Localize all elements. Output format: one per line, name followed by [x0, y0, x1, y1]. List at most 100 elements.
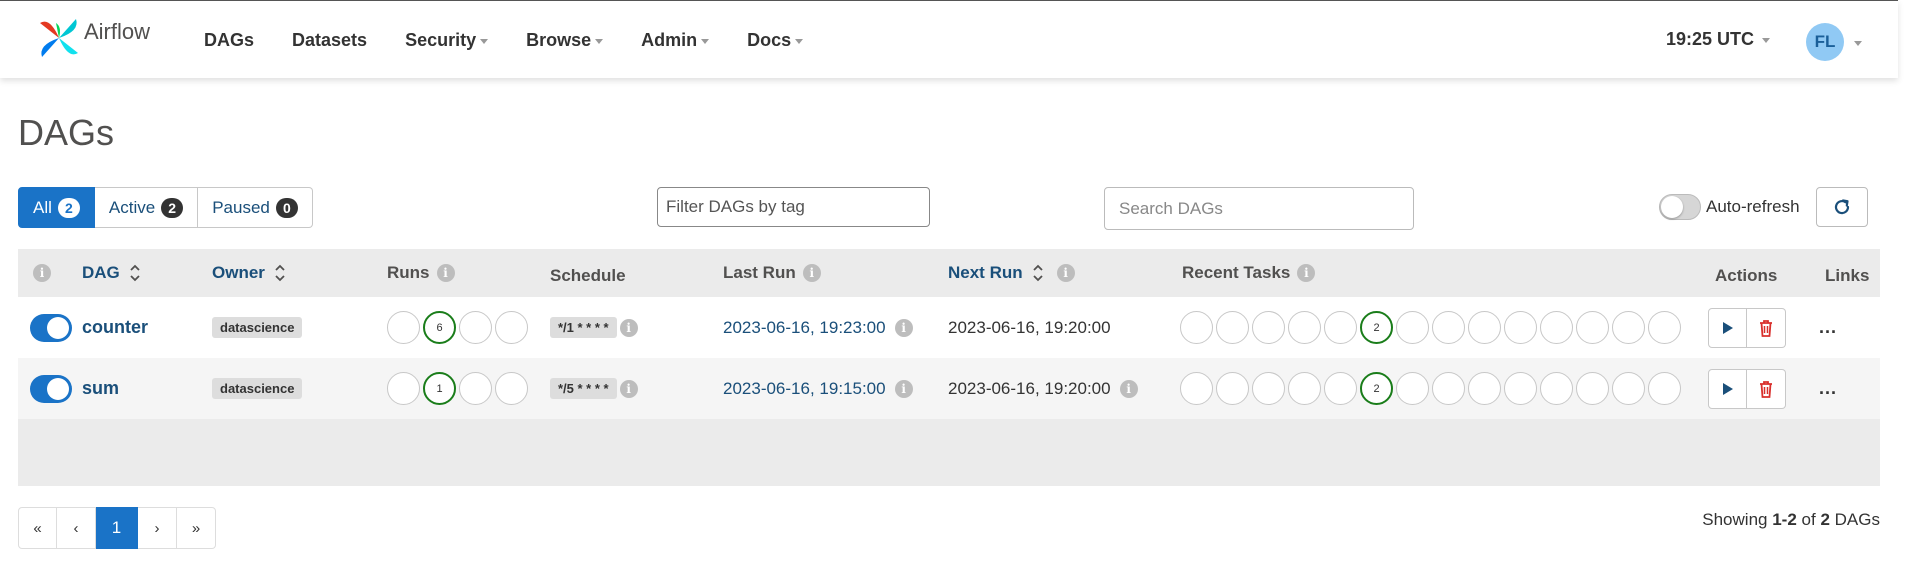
header-schedule: Schedule	[550, 249, 723, 297]
task-status-circle[interactable]	[1324, 311, 1357, 344]
timezone-dropdown[interactable]: 19:25 UTC	[1666, 29, 1771, 50]
tag-filter-select[interactable]: Filter DAGs by tag	[657, 187, 930, 227]
run-status-circle-success[interactable]: 1	[423, 372, 456, 405]
nav-dags[interactable]: DAGs	[204, 30, 254, 51]
task-status-circle[interactable]	[1180, 372, 1213, 405]
more-links-icon[interactable]: ...	[1801, 378, 1837, 398]
delete-dag-button[interactable]	[1747, 307, 1786, 348]
top-navbar: Airflow DAGs Datasets Security Browse Ad…	[0, 0, 1898, 78]
recent-tasks-circles: 2	[1173, 311, 1698, 344]
task-status-circle[interactable]	[1468, 311, 1501, 344]
recent-tasks-circles: 2	[1173, 372, 1698, 405]
task-status-circle[interactable]	[1216, 372, 1249, 405]
task-status-circle[interactable]	[1504, 311, 1537, 344]
task-status-circle[interactable]	[1540, 372, 1573, 405]
owner-tag[interactable]: datascience	[212, 378, 303, 399]
schedule-tag[interactable]: */1 * * * *	[550, 317, 617, 338]
run-status-circle-running[interactable]	[459, 372, 492, 405]
info-icon[interactable]: i	[619, 379, 638, 398]
pagination-current-page[interactable]: 1	[96, 507, 138, 549]
trigger-dag-button[interactable]	[1708, 307, 1747, 348]
task-status-circle[interactable]	[1396, 311, 1429, 344]
task-status-circle[interactable]	[1648, 372, 1681, 405]
nav-datasets[interactable]: Datasets	[292, 30, 367, 51]
header-dag[interactable]: DAG	[82, 249, 212, 297]
dags-table: i DAG Owner Runs i Schedule Last Run i Nex…	[18, 249, 1880, 419]
run-status-circle-running[interactable]	[459, 311, 492, 344]
task-status-circle[interactable]	[1432, 372, 1465, 405]
task-status-circle[interactable]	[1540, 311, 1573, 344]
header-next-run[interactable]: Next Run i	[948, 249, 1173, 297]
brand-logo[interactable]: Airflow	[36, 15, 150, 61]
dag-pause-toggle[interactable]	[30, 374, 72, 403]
dag-link[interactable]: sum	[82, 378, 119, 398]
filter-all-button[interactable]: All 2	[18, 187, 95, 228]
user-avatar[interactable]: FL	[1806, 23, 1844, 61]
pagination-first[interactable]: «	[18, 507, 57, 549]
schedule-tag[interactable]: */5 * * * *	[550, 378, 617, 399]
task-status-circle[interactable]	[1252, 372, 1285, 405]
filter-paused-button[interactable]: Paused 0	[198, 187, 313, 228]
nav-admin[interactable]: Admin	[641, 30, 710, 51]
info-icon[interactable]: i	[894, 318, 913, 337]
pagination-prev[interactable]: ‹	[57, 507, 96, 549]
chevron-down-icon	[595, 38, 604, 44]
task-status-circle[interactable]	[1216, 311, 1249, 344]
info-icon[interactable]: i	[894, 379, 913, 398]
task-status-circle[interactable]	[1576, 311, 1609, 344]
info-icon[interactable]: i	[33, 264, 51, 282]
header-recent-tasks: Recent Tasks i	[1173, 249, 1698, 297]
filter-active-button[interactable]: Active 2	[94, 187, 199, 228]
pagination-last[interactable]: »	[177, 507, 216, 549]
info-icon[interactable]: i	[1056, 264, 1075, 282]
run-status-circle-success[interactable]: 6	[423, 311, 456, 344]
auto-refresh-label: Auto-refresh	[1706, 197, 1800, 216]
auto-refresh-toggle[interactable]	[1659, 194, 1701, 220]
task-status-circle-success[interactable]: 2	[1360, 311, 1393, 344]
dag-pause-toggle[interactable]	[30, 313, 72, 342]
nav-browse[interactable]: Browse	[526, 30, 604, 51]
header-owner[interactable]: Owner	[212, 249, 387, 297]
info-icon[interactable]: i	[436, 264, 455, 282]
task-status-circle[interactable]	[1288, 311, 1321, 344]
task-status-circle[interactable]	[1504, 372, 1537, 405]
delete-dag-button[interactable]	[1747, 368, 1786, 409]
info-icon[interactable]: i	[802, 264, 821, 282]
dag-link[interactable]: counter	[82, 317, 148, 337]
task-status-circle[interactable]	[1432, 311, 1465, 344]
info-icon[interactable]: i	[1297, 264, 1316, 282]
task-status-circle[interactable]	[1648, 311, 1681, 344]
run-status-circle-failed[interactable]	[495, 372, 528, 405]
trash-icon	[1760, 319, 1772, 337]
task-status-circle[interactable]	[1612, 372, 1645, 405]
more-links-icon[interactable]: ...	[1801, 317, 1837, 337]
task-status-circle[interactable]	[1576, 372, 1609, 405]
last-run-link[interactable]: 2023-06-16, 19:15:00	[723, 379, 886, 399]
chevron-down-icon[interactable]	[1854, 41, 1862, 46]
search-dags-input[interactable]	[1104, 187, 1414, 230]
run-status-circle-queued[interactable]	[387, 311, 420, 344]
task-status-circle[interactable]	[1612, 311, 1645, 344]
refresh-button[interactable]	[1816, 187, 1868, 227]
dags-table-container: i DAG Owner Runs i Schedule Last Run i Nex…	[18, 249, 1880, 486]
task-status-circle-success[interactable]: 2	[1360, 372, 1393, 405]
pagination-next[interactable]: ›	[138, 507, 177, 549]
run-status-circle-failed[interactable]	[495, 311, 528, 344]
task-status-circle[interactable]	[1180, 311, 1213, 344]
task-status-circle[interactable]	[1396, 372, 1429, 405]
task-status-circle[interactable]	[1324, 372, 1357, 405]
refresh-icon	[1834, 199, 1850, 215]
task-status-circle[interactable]	[1468, 372, 1501, 405]
run-status-circle-queued[interactable]	[387, 372, 420, 405]
task-status-circle[interactable]	[1288, 372, 1321, 405]
info-icon[interactable]: i	[1119, 379, 1138, 398]
info-icon[interactable]: i	[619, 318, 638, 337]
trigger-dag-button[interactable]	[1708, 368, 1747, 409]
owner-tag[interactable]: datascience	[212, 317, 303, 338]
nav-security[interactable]: Security	[405, 30, 489, 51]
last-run-link[interactable]: 2023-06-16, 19:23:00	[723, 318, 886, 338]
dag-actions	[1708, 307, 1801, 348]
task-status-circle[interactable]	[1252, 311, 1285, 344]
nav-docs[interactable]: Docs	[747, 30, 804, 51]
chevron-down-icon	[701, 38, 710, 44]
